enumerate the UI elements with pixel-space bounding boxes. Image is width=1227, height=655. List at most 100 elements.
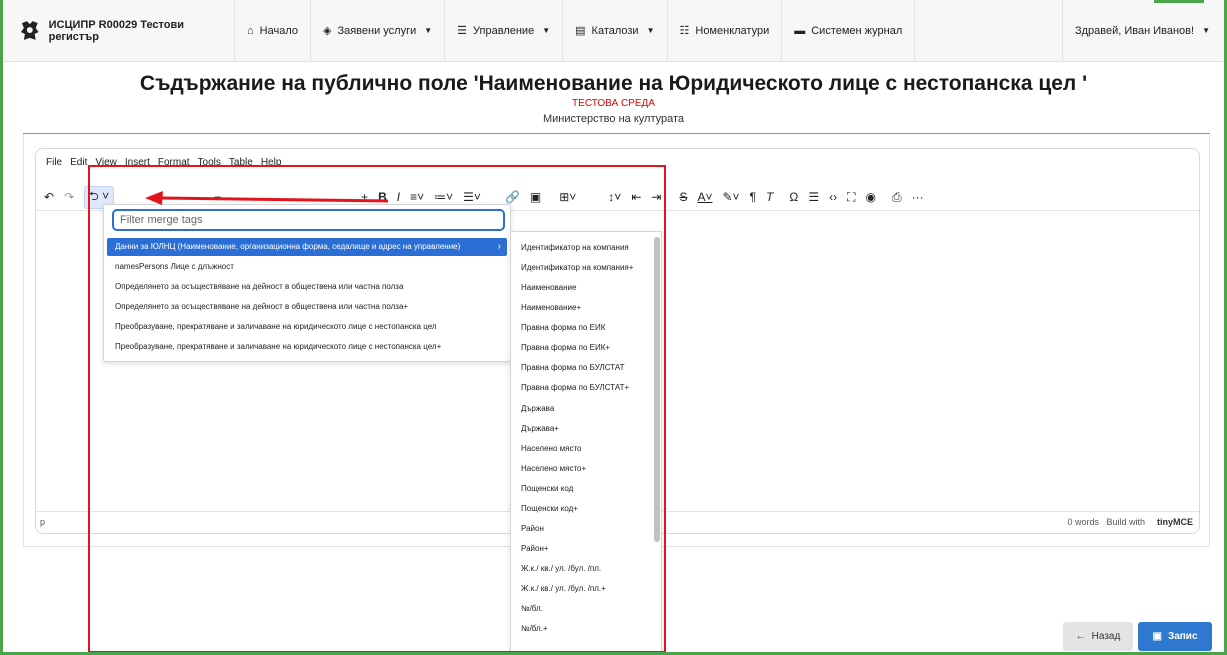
- merge-tags-filter-input[interactable]: [112, 209, 505, 231]
- submenu-item[interactable]: Държава+: [521, 424, 559, 433]
- nav-home-label: Начало: [259, 24, 298, 37]
- merge-tag-label: Преобразуване, прекратяване и заличаване…: [115, 322, 437, 331]
- submenu-item[interactable]: Пощенски код: [521, 484, 573, 493]
- clear-formatting-icon[interactable]: T: [766, 190, 773, 204]
- submenu-item[interactable]: Държава: [521, 404, 554, 413]
- image-icon[interactable]: ▣: [530, 190, 541, 204]
- nav-management[interactable]: ☰ Управление ▼: [445, 0, 564, 62]
- submenu-item[interactable]: Идентификатор на компания+: [521, 263, 633, 272]
- word-count[interactable]: 0 words Build with: [1067, 517, 1145, 527]
- merge-tags-submenu: Идентификатор на компания Идентификатор …: [510, 231, 662, 655]
- highlight-color-icon[interactable]: ✎˅: [722, 190, 739, 204]
- stack-icon: ◈: [322, 25, 332, 37]
- save-button[interactable]: ▣ Запис: [1138, 622, 1212, 651]
- indent-icon[interactable]: ⇥: [651, 190, 661, 204]
- merge-tag-item[interactable]: Данни за ЮЛНЦ (Наименование, организацио…: [107, 238, 507, 256]
- submenu-item[interactable]: Правна форма по БУЛСТАТ+: [521, 383, 629, 392]
- element-path[interactable]: p: [40, 517, 45, 527]
- nav-nomenclatures-label: Номенклатури: [695, 24, 770, 37]
- menu-tools[interactable]: Tools: [198, 157, 221, 168]
- font-size-increase-icon[interactable]: +: [361, 190, 368, 204]
- font-size-decrease-icon[interactable]: −: [214, 190, 221, 204]
- top-navbar: ИСЦИПР R00029 Тестови регистър ⌂ Начало …: [3, 0, 1224, 62]
- environment-label: ТЕСТОВА СРЕДА: [572, 98, 655, 109]
- bold-icon[interactable]: B: [378, 190, 387, 204]
- menu-table[interactable]: Table: [229, 157, 253, 168]
- submenu-scrollbar[interactable]: [654, 237, 660, 542]
- submenu-item[interactable]: Правна форма по ЕИК: [521, 323, 605, 332]
- line-height-icon[interactable]: ↕˅: [608, 190, 621, 204]
- submenu-item[interactable]: Ж.к./ кв./ ул. /бул. /пл.: [521, 564, 601, 573]
- merge-tag-item[interactable]: Определянето за осъществяване на дейност…: [107, 278, 507, 296]
- submenu-item[interactable]: Населено място: [521, 444, 581, 453]
- nav-nomenclatures[interactable]: ☷ Номенклатури: [668, 0, 783, 62]
- list-icon: ☷: [679, 25, 690, 37]
- submenu-item[interactable]: Район+: [521, 544, 549, 553]
- fullscreen-icon[interactable]: ⛶: [847, 190, 855, 205]
- bullet-list-icon[interactable]: ☰˅: [463, 190, 481, 204]
- merge-tag-item[interactable]: Преобразуване, прекратяване и заличаване…: [107, 318, 507, 336]
- brand[interactable]: ИСЦИПР R00029 Тестови регистър: [3, 0, 235, 62]
- menu-edit[interactable]: Edit: [70, 157, 87, 168]
- menu-format[interactable]: Format: [158, 157, 190, 168]
- menu-file[interactable]: File: [46, 157, 62, 168]
- submenu-item[interactable]: №/бл.+: [521, 624, 548, 633]
- nav-catalogs-label: Каталози: [591, 24, 639, 37]
- preview-icon[interactable]: ◉: [865, 190, 875, 204]
- back-label: Назад: [1091, 631, 1121, 642]
- merge-tag-label: Данни за ЮЛНЦ (Наименование, организацио…: [115, 242, 461, 251]
- merge-tag-item[interactable]: Определянето за осъществяване на дейност…: [107, 298, 507, 316]
- menu-view[interactable]: View: [95, 157, 117, 168]
- floppy-icon: ▣: [1152, 631, 1162, 642]
- caret-down-icon: ▼: [542, 26, 551, 35]
- submenu-item[interactable]: №/бл.: [521, 604, 543, 613]
- brand-title: ИСЦИПР R00029 Тестови регистър: [48, 18, 185, 43]
- code-icon[interactable]: ‹›: [829, 190, 837, 204]
- link-icon[interactable]: 🔗: [505, 190, 520, 204]
- more-icon[interactable]: ···: [912, 190, 924, 204]
- merge-tag-item[interactable]: Преобразуване, прекратяване и заличаване…: [107, 338, 507, 356]
- back-button[interactable]: ← Назад: [1063, 622, 1133, 651]
- checklist-icon[interactable]: ☰: [808, 190, 819, 204]
- table-icon[interactable]: ⊞˅: [559, 190, 576, 204]
- user-menu[interactable]: Здравей, Иван Иванов! ▼: [1061, 0, 1224, 62]
- tinymce-logo[interactable]: tinyMCE: [1157, 517, 1193, 527]
- redo-icon[interactable]: ↷: [64, 190, 74, 204]
- home-icon: ⌂: [247, 24, 254, 37]
- special-char-icon[interactable]: Ω: [789, 190, 798, 204]
- nav-home[interactable]: ⌂ Начало: [235, 0, 311, 62]
- catalog-icon: ▤: [575, 25, 586, 37]
- submenu-item[interactable]: Наименование: [521, 283, 576, 292]
- submenu-item[interactable]: Идентификатор на компания: [521, 243, 629, 252]
- nav-requested-services[interactable]: ◈ Заявени услуги ▼: [311, 0, 446, 62]
- italic-icon[interactable]: I: [397, 190, 400, 204]
- outdent-icon[interactable]: ⇤: [631, 190, 641, 204]
- submenu-item[interactable]: Ж.к./ кв./ ул. /бул. /пл.+: [521, 584, 606, 593]
- menu-insert[interactable]: Insert: [125, 157, 150, 168]
- submenu-item[interactable]: Правна форма по ЕИК+: [521, 343, 610, 352]
- ministry-label: Министерство на културата: [542, 113, 685, 125]
- print-icon[interactable]: ⎙: [892, 190, 902, 205]
- merge-tag-item[interactable]: namesPersons Лице с длъжност: [107, 258, 507, 276]
- editor-menubar: File Edit View Insert Format Tools Table…: [46, 157, 281, 168]
- menu-help[interactable]: Help: [261, 157, 282, 168]
- submenu-item[interactable]: Район: [521, 524, 544, 533]
- nav-system-journal[interactable]: ▬ Системен журнал: [782, 0, 916, 62]
- submenu-item[interactable]: Наименование+: [521, 303, 581, 312]
- submenu-item[interactable]: Пощенски код+: [521, 504, 578, 513]
- chevron-right-icon: ›: [497, 241, 501, 252]
- undo-icon[interactable]: ↶: [44, 190, 54, 204]
- merge-tag-label: Преобразуване, прекратяване и заличаване…: [115, 342, 442, 351]
- text-color-icon[interactable]: A˅: [697, 190, 712, 204]
- numbered-list-icon[interactable]: ≔˅: [434, 190, 453, 204]
- nav-system-journal-label: Системен журнал: [811, 24, 903, 37]
- submenu-item[interactable]: Населено място+: [521, 464, 586, 473]
- merge-tag-label: namesPersons Лице с длъжност: [115, 262, 234, 271]
- caret-down-icon: ▼: [646, 26, 655, 35]
- nav-catalogs[interactable]: ▤ Каталози ▼: [563, 0, 668, 62]
- strikethrough-icon[interactable]: S: [679, 190, 687, 204]
- page-title: Съдържание на публично поле 'Наименовани…: [139, 72, 1088, 95]
- submenu-item[interactable]: Правна форма по БУЛСТАТ: [521, 363, 625, 372]
- format-painter-icon[interactable]: ¶: [750, 190, 756, 204]
- align-icon[interactable]: ≡˅: [410, 190, 424, 204]
